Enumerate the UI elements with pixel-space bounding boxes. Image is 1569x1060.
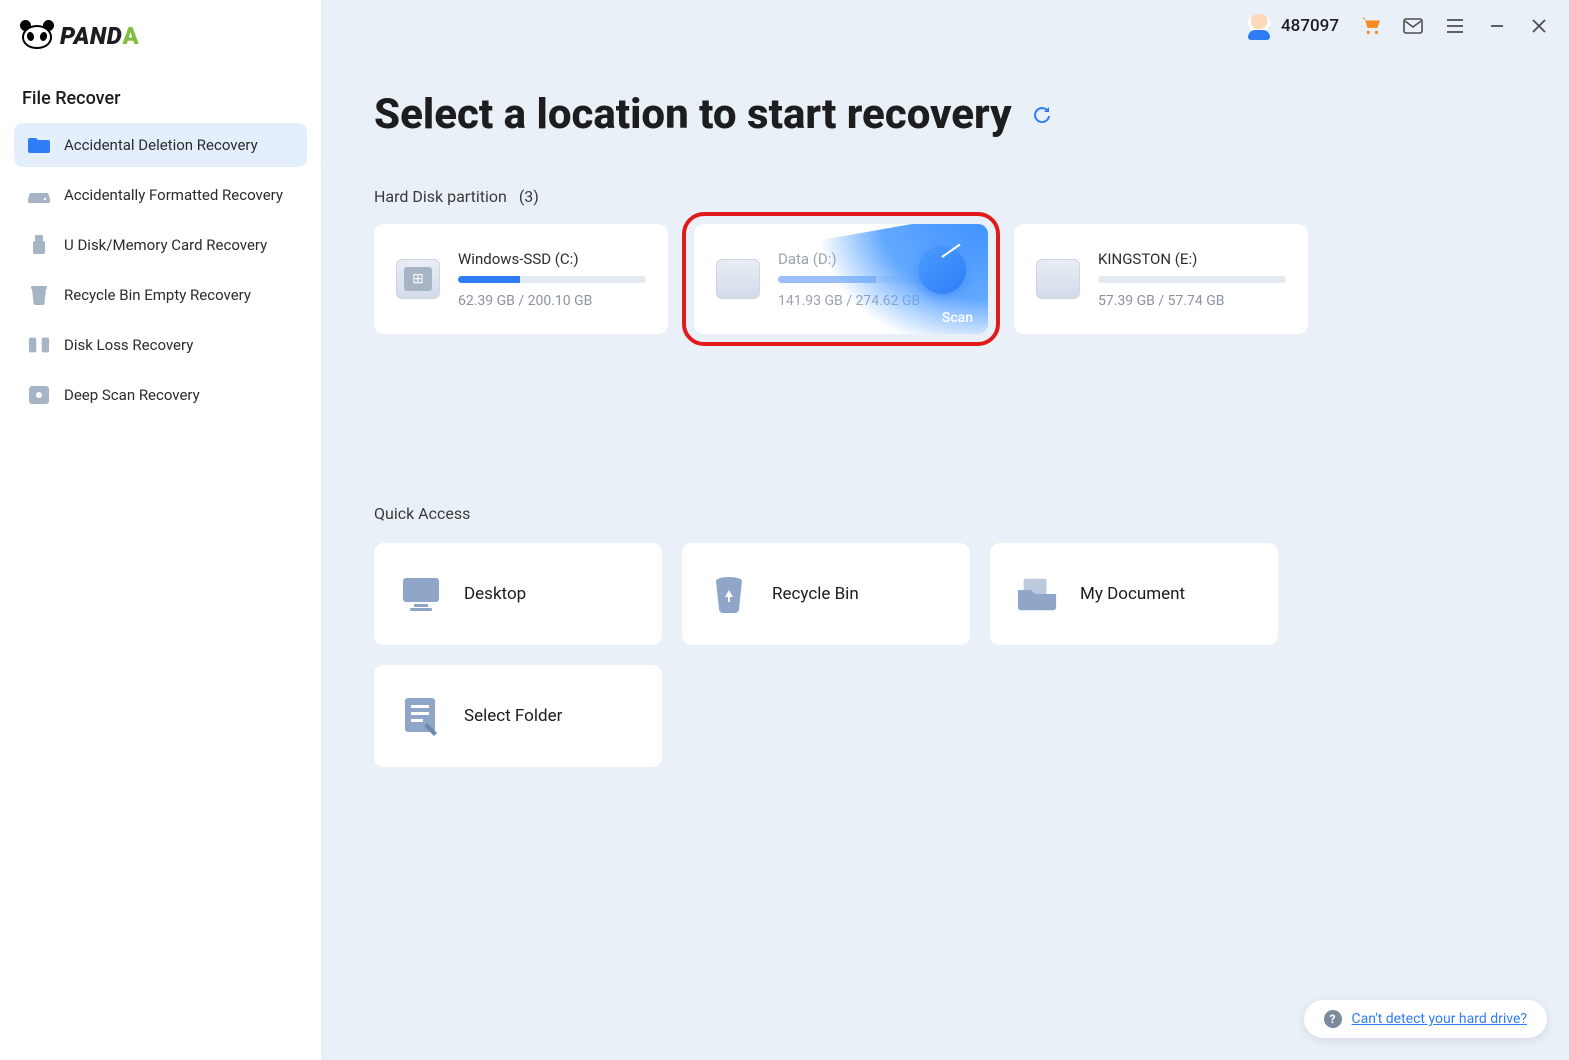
disk-progress xyxy=(458,276,646,283)
recycle-bin-icon xyxy=(708,573,750,615)
drive-icon xyxy=(1036,259,1080,299)
sidebar-item-disk-loss[interactable]: Disk Loss Recovery xyxy=(14,323,307,367)
sidebar-section-title: File Recover xyxy=(14,70,307,123)
help-link[interactable]: Can't detect your hard drive? xyxy=(1352,1011,1527,1027)
main-content: Select a location to start recovery Hard… xyxy=(322,0,1569,1060)
scan-icon xyxy=(28,385,50,405)
sidebar-item-deep-scan[interactable]: Deep Scan Recovery xyxy=(14,373,307,417)
scan-dial-icon xyxy=(918,246,966,294)
quick-card-label: Recycle Bin xyxy=(772,584,859,604)
quick-card-desktop[interactable]: Desktop xyxy=(374,543,662,645)
brand-name: PANDA xyxy=(60,22,139,50)
quick-card-label: My Document xyxy=(1080,584,1185,604)
sidebar-item-recycle-bin[interactable]: Recycle Bin Empty Recovery xyxy=(14,273,307,317)
quick-card-label: Select Folder xyxy=(464,706,562,726)
desktop-icon xyxy=(400,573,442,615)
sidebar-item-label: Accidentally Formatted Recovery xyxy=(64,186,283,204)
quick-access-row: Desktop Recycle Bin My Document Select F… xyxy=(374,543,1509,767)
document-folder-icon xyxy=(1016,573,1058,615)
page-title-text: Select a location to start recovery xyxy=(374,90,1012,139)
disk-progress xyxy=(1098,276,1286,283)
disk-usage: 57.39 GB / 57.74 GB xyxy=(1098,293,1286,309)
sidebar-item-label: U Disk/Memory Card Recovery xyxy=(64,236,267,254)
quick-card-my-document[interactable]: My Document xyxy=(990,543,1278,645)
disk-card-c[interactable]: Windows-SSD (C:) 62.39 GB / 200.10 GB xyxy=(374,224,668,334)
quick-card-recycle-bin[interactable]: Recycle Bin xyxy=(682,543,970,645)
folder-icon xyxy=(28,135,50,155)
disk-card-d[interactable]: Data (D:) 141.93 GB / 274.62 GB Scan xyxy=(694,224,988,334)
sidebar-item-label: Accidental Deletion Recovery xyxy=(64,136,258,154)
quick-card-label: Desktop xyxy=(464,584,526,604)
partitions-count: (3) xyxy=(519,187,539,206)
usb-icon xyxy=(28,235,50,255)
sidebar-item-label: Deep Scan Recovery xyxy=(64,386,200,404)
sidebar-item-label: Recycle Bin Empty Recovery xyxy=(64,286,251,304)
page-title: Select a location to start recovery xyxy=(374,90,1509,139)
sidebar: PANDA File Recover Accidental Deletion R… xyxy=(0,0,322,1060)
trash-icon xyxy=(28,285,50,305)
disk-name: Windows-SSD (C:) xyxy=(458,250,646,268)
refresh-icon[interactable] xyxy=(1030,103,1054,127)
help-icon: ? xyxy=(1324,1010,1342,1028)
scan-button-label[interactable]: Scan xyxy=(942,310,973,326)
drive-icon xyxy=(716,259,760,299)
windows-drive-icon xyxy=(396,259,440,299)
sidebar-item-usb[interactable]: U Disk/Memory Card Recovery xyxy=(14,223,307,267)
sidebar-item-accidental-deletion[interactable]: Accidental Deletion Recovery xyxy=(14,123,307,167)
disk-usage: 62.39 GB / 200.10 GB xyxy=(458,293,646,309)
disk-cards-row: Windows-SSD (C:) 62.39 GB / 200.10 GB Da… xyxy=(374,224,1509,334)
disk-split-icon xyxy=(28,335,50,355)
disk-usage: 141.93 GB / 274.62 GB xyxy=(778,293,966,309)
panda-icon xyxy=(22,23,52,49)
help-pill[interactable]: ? Can't detect your hard drive? xyxy=(1304,1000,1547,1038)
quick-access-label: Quick Access xyxy=(374,504,1509,523)
drive-icon xyxy=(28,185,50,205)
disk-name: KINGSTON (E:) xyxy=(1098,250,1286,268)
sidebar-item-label: Disk Loss Recovery xyxy=(64,336,193,354)
partitions-label: Hard Disk partition xyxy=(374,187,507,206)
partitions-header: Hard Disk partition (3) xyxy=(374,187,1509,206)
sidebar-item-formatted[interactable]: Accidentally Formatted Recovery xyxy=(14,173,307,217)
brand-logo: PANDA xyxy=(14,18,307,70)
select-folder-icon xyxy=(400,695,442,737)
quick-card-select-folder[interactable]: Select Folder xyxy=(374,665,662,767)
disk-card-e[interactable]: KINGSTON (E:) 57.39 GB / 57.74 GB xyxy=(1014,224,1308,334)
